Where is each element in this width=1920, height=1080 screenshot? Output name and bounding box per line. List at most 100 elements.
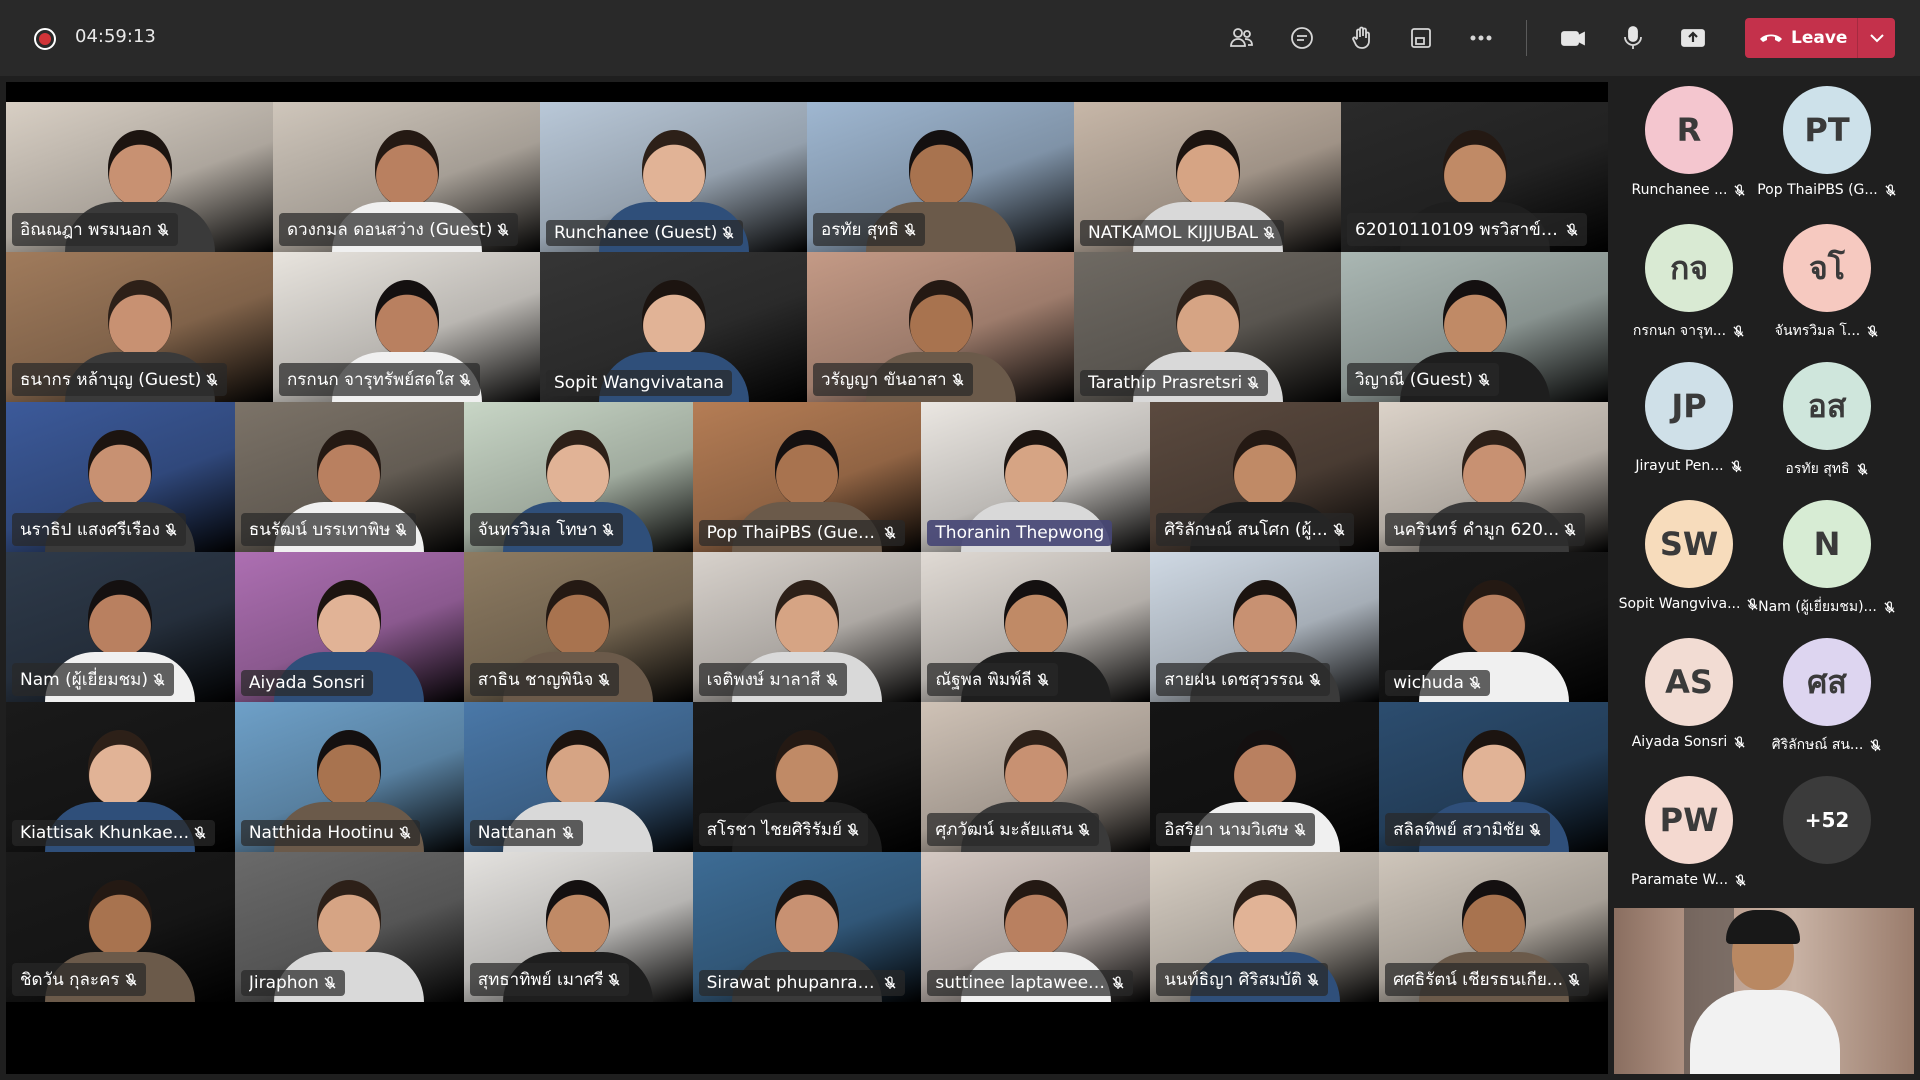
participant-video-tile[interactable]: สโรชา ไชยศิริรัมย์: [692, 702, 922, 852]
participant-video-tile[interactable]: Natthida Hootinu: [234, 702, 464, 852]
self-view-video[interactable]: [1614, 908, 1914, 1074]
participant-video-tile[interactable]: Runchanee (Guest): [540, 102, 807, 252]
share-icon[interactable]: [1675, 20, 1711, 56]
participant-video-tile[interactable]: suttinee laptawee (...: [921, 852, 1151, 1002]
participant-video-tile[interactable]: NATKAMOL KIJJUBAL: [1074, 102, 1341, 252]
participant-name-tag: Sirawat phupanrat...: [698, 970, 905, 996]
roster-participant[interactable]: AS Aiyada Sonsri: [1614, 638, 1764, 750]
participant-name-tag: ศุภวัฒน์ มะลัยแสน: [927, 813, 1100, 846]
avatar: กจ: [1645, 224, 1733, 312]
participant-video-tile[interactable]: อรทัย สุทธิ: [807, 102, 1074, 252]
roster-participant[interactable]: กจ กรกนก จารุท...: [1614, 224, 1764, 342]
participant-video-tile[interactable]: wichuda: [1379, 552, 1608, 702]
roster-participant[interactable]: N Nam (ผู้เยี่ยมชม)...: [1752, 500, 1902, 618]
participant-video-tile[interactable]: กรกนก จารุทรัพย์สดใส: [273, 252, 540, 402]
participant-name-tag: Sopit Wangvivatana: [546, 370, 733, 396]
participant-video-tile[interactable]: ดวงกมล ดอนสว่าง (Guest): [273, 102, 540, 252]
participant-video-tile[interactable]: ธนากร หล้าบุญ (Guest): [6, 252, 273, 402]
participant-name: 62010110109 พรวิสาข์ ส...: [1355, 220, 1562, 240]
participant-head: [317, 580, 382, 656]
participant-video-tile[interactable]: Nattanan: [463, 702, 693, 852]
participant-name-tag: Jiraphon: [240, 970, 345, 996]
roster-participant[interactable]: จโ จันทรวิมล โ...: [1752, 224, 1902, 342]
participant-video-tile[interactable]: สายฝน เดชสุวรรณ: [1150, 552, 1380, 702]
roster-participant-name: Jirayut Pen...: [1635, 458, 1724, 474]
leave-button[interactable]: Leave: [1745, 18, 1895, 58]
participant-video-tile[interactable]: นครินทร์ คำมูก 620...: [1379, 402, 1608, 552]
participant-video-tile[interactable]: ธนรัฒน์ บรรเทาพิษ: [234, 402, 464, 552]
leave-main-button[interactable]: Leave: [1745, 18, 1857, 58]
participant-video-tile[interactable]: Sirawat phupanrat...: [692, 852, 922, 1002]
participant-video-tile[interactable]: Sopit Wangvivatana: [540, 252, 807, 402]
participant-video-tile[interactable]: ศุภวัฒน์ มะลัยแสน: [921, 702, 1151, 852]
participant-video-tile[interactable]: Kiattisak Khunkae...: [6, 702, 235, 852]
participant-head: [107, 280, 172, 356]
participant-head: [317, 730, 382, 806]
toolbar-divider: [1526, 20, 1527, 56]
participant-name-tag: สาธิน ชาญพินิจ: [469, 663, 620, 696]
mic-muted-icon: [598, 672, 610, 686]
view-icon[interactable]: [1403, 20, 1439, 56]
participant-name: สลิลทิพย์ สวามิชัย: [1393, 820, 1525, 840]
participant-video-tile[interactable]: สลิลทิพย์ สวามิชัย: [1379, 702, 1608, 852]
participant-video-tile[interactable]: วรัญญา ขันอาสา: [807, 252, 1074, 402]
participant-name-tag: กรกนก จารุทรัพย์สดใส: [279, 363, 481, 396]
roster-participant-name: อรทัย สุทธิ: [1785, 461, 1850, 477]
participant-video-tile[interactable]: Nam (ผู้เยี่ยมชม): [6, 552, 235, 702]
participant-video-tile[interactable]: ณัฐพล พิมพ์ลี: [921, 552, 1151, 702]
more-participants-button[interactable]: +52: [1752, 776, 1902, 864]
camera-icon[interactable]: [1555, 20, 1591, 56]
mic-muted-icon: [1884, 600, 1895, 613]
participant-name-tag: 62010110109 พรวิสาข์ ส...: [1347, 213, 1588, 246]
more-icon[interactable]: [1463, 20, 1499, 56]
mic-muted-icon: [722, 226, 734, 239]
participant-head: [774, 730, 839, 806]
avatar: R: [1645, 86, 1733, 174]
participant-video-tile[interactable]: ชิดวัน กุละคร: [6, 852, 235, 1002]
participant-video-tile[interactable]: นราธิป แสงศรีเรือง: [6, 402, 235, 552]
participant-head: [1003, 580, 1068, 656]
participant-head: [641, 130, 706, 206]
mic-muted-icon: [1078, 822, 1090, 836]
roster-participant[interactable]: อสอรทัย สุทธิ: [1752, 362, 1902, 480]
participant-video-tile[interactable]: จันทรวิมล โทษา: [463, 402, 693, 552]
participant-video-tile[interactable]: อิณณฎา พรมนอก: [6, 102, 273, 252]
roster-participant[interactable]: PT Pop ThaiPBS (G...: [1752, 86, 1902, 198]
participant-name: Nattanan: [477, 823, 557, 843]
participant-video-tile[interactable]: เจติพงษ์ มาลาสี: [692, 552, 922, 702]
avatar: อส: [1783, 362, 1871, 450]
participant-head: [88, 730, 153, 806]
roster-participant[interactable]: R Runchanee ...: [1614, 86, 1764, 198]
participant-video-tile[interactable]: สุทธาทิพย์ เมาศรี: [463, 852, 693, 1002]
raise-hand-icon[interactable]: [1344, 20, 1380, 56]
participant-name: Aiyada Sonsri: [248, 673, 365, 693]
participant-video-tile[interactable]: Pop ThaiPBS (Guest): [692, 402, 922, 552]
participant-head: [1232, 430, 1297, 506]
participant-video-tile[interactable]: Tarathip Prasretsri: [1074, 252, 1341, 402]
participant-video-tile[interactable]: Jiraphon: [234, 852, 464, 1002]
roster-participant-name: Paramate W...: [1630, 872, 1729, 888]
roster-participant[interactable]: PW Paramate W...: [1614, 776, 1764, 888]
participant-video-tile[interactable]: อิสริยา นามวิเศษ: [1150, 702, 1380, 852]
people-icon[interactable]: [1224, 20, 1260, 56]
participant-video-tile[interactable]: Thoranin Thepwong: [921, 402, 1151, 552]
roster-participant[interactable]: SW Sopit Wangviva...: [1614, 500, 1764, 612]
mic-muted-icon: [1529, 822, 1541, 836]
participant-name-tag: วิญาณี (Guest): [1347, 363, 1499, 396]
roster-participant[interactable]: ศส ศิริลักษณ์ สน...: [1752, 638, 1902, 756]
participant-name-tag: นราธิป แสงศรีเรือง: [12, 513, 186, 546]
roster-participant[interactable]: JP Jirayut Pen...: [1614, 362, 1764, 474]
participant-video-tile[interactable]: ศิริลักษณ์ สนโศก (ผู้...: [1150, 402, 1380, 552]
participant-video-tile[interactable]: Aiyada Sonsri: [234, 552, 464, 702]
leave-dropdown-button[interactable]: [1858, 18, 1895, 58]
roster-participant-name: Pop ThaiPBS (G...: [1757, 182, 1878, 198]
participant-video-tile[interactable]: สาธิน ชาญพินิจ: [463, 552, 693, 702]
chat-icon[interactable]: [1284, 20, 1320, 56]
participant-name-tag: wichuda: [1385, 670, 1490, 696]
participant-video-tile[interactable]: นนท์ธิญา ศิริสมบัติ: [1150, 852, 1380, 1002]
participant-video-tile[interactable]: ศศธิรัตน์ เชียรธนเกีย...: [1379, 852, 1608, 1002]
participant-video-tile[interactable]: วิญาณี (Guest): [1341, 252, 1608, 402]
participant-head: [1232, 880, 1297, 956]
participant-video-tile[interactable]: 62010110109 พรวิสาข์ ส...: [1341, 102, 1608, 252]
mic-icon[interactable]: [1615, 20, 1651, 56]
